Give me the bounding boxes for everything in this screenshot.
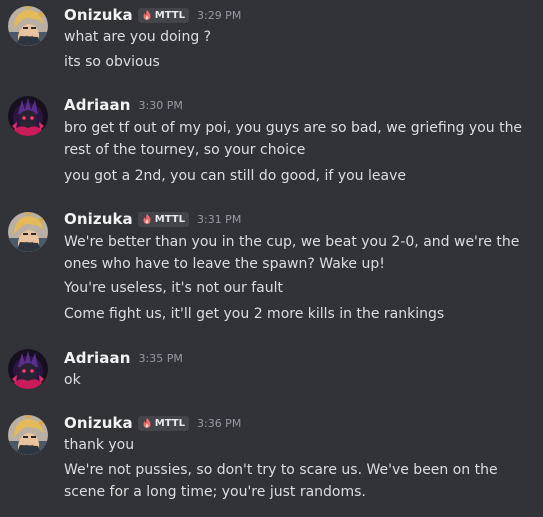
- timestamp[interactable]: 3:31 PM: [197, 213, 241, 226]
- message-text: ok: [64, 372, 81, 388]
- dark-character-avatar-icon: [8, 96, 48, 136]
- message-header: Adriaan 3:30 PM: [64, 94, 183, 116]
- anime-character-avatar-icon: [8, 415, 48, 455]
- username[interactable]: Onizuka: [64, 414, 133, 432]
- message-group: Onizuka MTTL 3:31 PM We're better than y…: [0, 206, 543, 330]
- message-text: bro get tf out of my poi, you guys are s…: [64, 120, 523, 158]
- server-tag-label: MTTL: [154, 417, 185, 429]
- server-tag-label: MTTL: [154, 9, 185, 21]
- message-header: Onizuka MTTL 3:29 PM: [64, 4, 241, 26]
- avatar[interactable]: [8, 349, 48, 389]
- message-text: We're better than you in the cup, we bea…: [64, 234, 520, 272]
- timestamp[interactable]: 3:30 PM: [139, 99, 183, 112]
- avatar[interactable]: [8, 6, 48, 46]
- message-text: thank you: [64, 437, 135, 453]
- message-group: Adriaan 3:35 PM ok: [0, 343, 543, 393]
- message-text: You're useless, it's not our fault: [64, 280, 284, 296]
- message-group: Adriaan 3:30 PM bro get tf out of my poi…: [0, 90, 543, 190]
- avatar[interactable]: [8, 96, 48, 136]
- flame-icon: [143, 10, 151, 20]
- server-tag[interactable]: MTTL: [137, 211, 189, 227]
- anime-character-avatar-icon: [8, 6, 48, 46]
- anime-character-avatar-icon: [8, 212, 48, 252]
- message-text: Come fight us, it'll get you 2 more kill…: [64, 306, 445, 322]
- username[interactable]: Adriaan: [64, 349, 131, 367]
- chat-messages: Onizuka MTTL 3:29 PM what are you doing …: [0, 0, 543, 517]
- message-group: Onizuka MTTL 3:29 PM what are you doing …: [0, 0, 543, 82]
- timestamp[interactable]: 3:36 PM: [197, 417, 241, 430]
- username[interactable]: Adriaan: [64, 96, 131, 114]
- message-text: you got a 2nd, you can still do good, if…: [64, 168, 406, 184]
- username[interactable]: Onizuka: [64, 6, 133, 24]
- server-tag[interactable]: MTTL: [137, 415, 189, 431]
- flame-icon: [143, 418, 151, 428]
- message-text: We're not pussies, so don't try to scare…: [64, 462, 498, 500]
- username[interactable]: Onizuka: [64, 210, 133, 228]
- avatar[interactable]: [8, 212, 48, 252]
- timestamp[interactable]: 3:29 PM: [197, 9, 241, 22]
- message-header: Adriaan 3:35 PM: [64, 347, 183, 369]
- flame-icon: [143, 214, 151, 224]
- server-tag-label: MTTL: [154, 213, 185, 225]
- server-tag[interactable]: MTTL: [137, 7, 189, 23]
- timestamp[interactable]: 3:35 PM: [139, 352, 183, 365]
- message-header: Onizuka MTTL 3:36 PM: [64, 412, 241, 434]
- message-header: Onizuka MTTL 3:31 PM: [64, 208, 241, 230]
- dark-character-avatar-icon: [8, 349, 48, 389]
- avatar[interactable]: [8, 415, 48, 455]
- message-text: what are you doing ?: [64, 29, 212, 45]
- message-group: Onizuka MTTL 3:36 PM thank you We're not…: [0, 409, 543, 509]
- message-text: its so obvious: [64, 54, 160, 70]
